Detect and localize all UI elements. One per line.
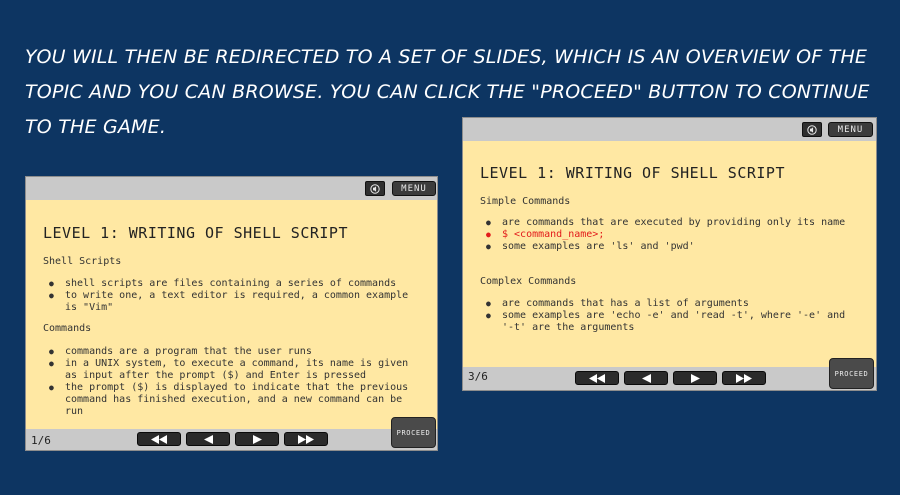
fast-forward-icon (736, 373, 752, 383)
list-item: are commands that has a list of argument… (480, 298, 852, 310)
bullet-list: shell scripts are files containing a ser… (43, 278, 423, 314)
section-heading: Simple Commands (480, 196, 571, 207)
sound-button[interactable] (802, 122, 822, 137)
slide-bottom-bar: 3/6 (463, 367, 876, 390)
page-counter: 1/6 (31, 434, 51, 447)
fast-forward-icon (298, 434, 314, 444)
list-item: shell scripts are files containing a ser… (43, 278, 423, 290)
triangle-left-icon (203, 434, 213, 444)
triangle-right-icon (690, 373, 700, 383)
previous-slide-button[interactable] (186, 432, 230, 446)
first-slide-button[interactable] (137, 432, 181, 446)
next-slide-button[interactable] (235, 432, 279, 446)
list-item: are commands that are executed by provid… (480, 217, 852, 229)
list-item: commands are a program that the user run… (43, 346, 421, 358)
list-item: to write one, a text editor is required,… (43, 290, 423, 314)
speaker-icon (370, 183, 380, 194)
slide-title: LEVEL 1: WRITING OF SHELL SCRIPT (480, 164, 785, 182)
first-slide-button[interactable] (575, 371, 619, 385)
slide-preview-3: MENU LEVEL 1: WRITING OF SHELL SCRIPT Si… (462, 117, 877, 391)
last-slide-button[interactable] (722, 371, 766, 385)
bullet-list: are commands that has a list of argument… (480, 298, 852, 334)
next-slide-button[interactable] (673, 371, 717, 385)
list-item: some examples are 'echo -e' and 'read -t… (480, 310, 852, 334)
speaker-icon (807, 124, 817, 135)
slide-title: LEVEL 1: WRITING OF SHELL SCRIPT (43, 224, 348, 242)
list-item: some examples are 'ls' and 'pwd' (480, 241, 852, 253)
triangle-left-icon (641, 373, 651, 383)
proceed-button[interactable]: PROCEED (829, 358, 874, 389)
section-heading: Commands (43, 323, 92, 334)
last-slide-button[interactable] (284, 432, 328, 446)
bullet-list: commands are a program that the user run… (43, 346, 421, 418)
rewind-icon (589, 373, 605, 383)
triangle-right-icon (252, 434, 262, 444)
list-item: in a UNIX system, to execute a command, … (43, 358, 421, 382)
slide-bottom-bar: 1/6 (26, 429, 437, 450)
proceed-button[interactable]: PROCEED (391, 417, 436, 448)
section-heading: Shell Scripts (43, 256, 122, 267)
rewind-icon (151, 434, 167, 444)
bullet-list: are commands that are executed by provid… (480, 217, 852, 253)
slide-top-bar: MENU (463, 118, 876, 141)
list-item: $ <command_name>; (480, 229, 852, 241)
slide-top-bar: MENU (26, 177, 437, 200)
section-heading: Complex Commands (480, 276, 577, 287)
page-counter: 3/6 (468, 370, 488, 383)
menu-button[interactable]: MENU (828, 122, 873, 137)
previous-slide-button[interactable] (624, 371, 668, 385)
sound-button[interactable] (365, 181, 385, 196)
menu-button[interactable]: MENU (392, 181, 436, 196)
slide-preview-1: MENU LEVEL 1: WRITING OF SHELL SCRIPT Sh… (25, 176, 438, 451)
list-item: the prompt ($) is displayed to indicate … (43, 382, 421, 418)
